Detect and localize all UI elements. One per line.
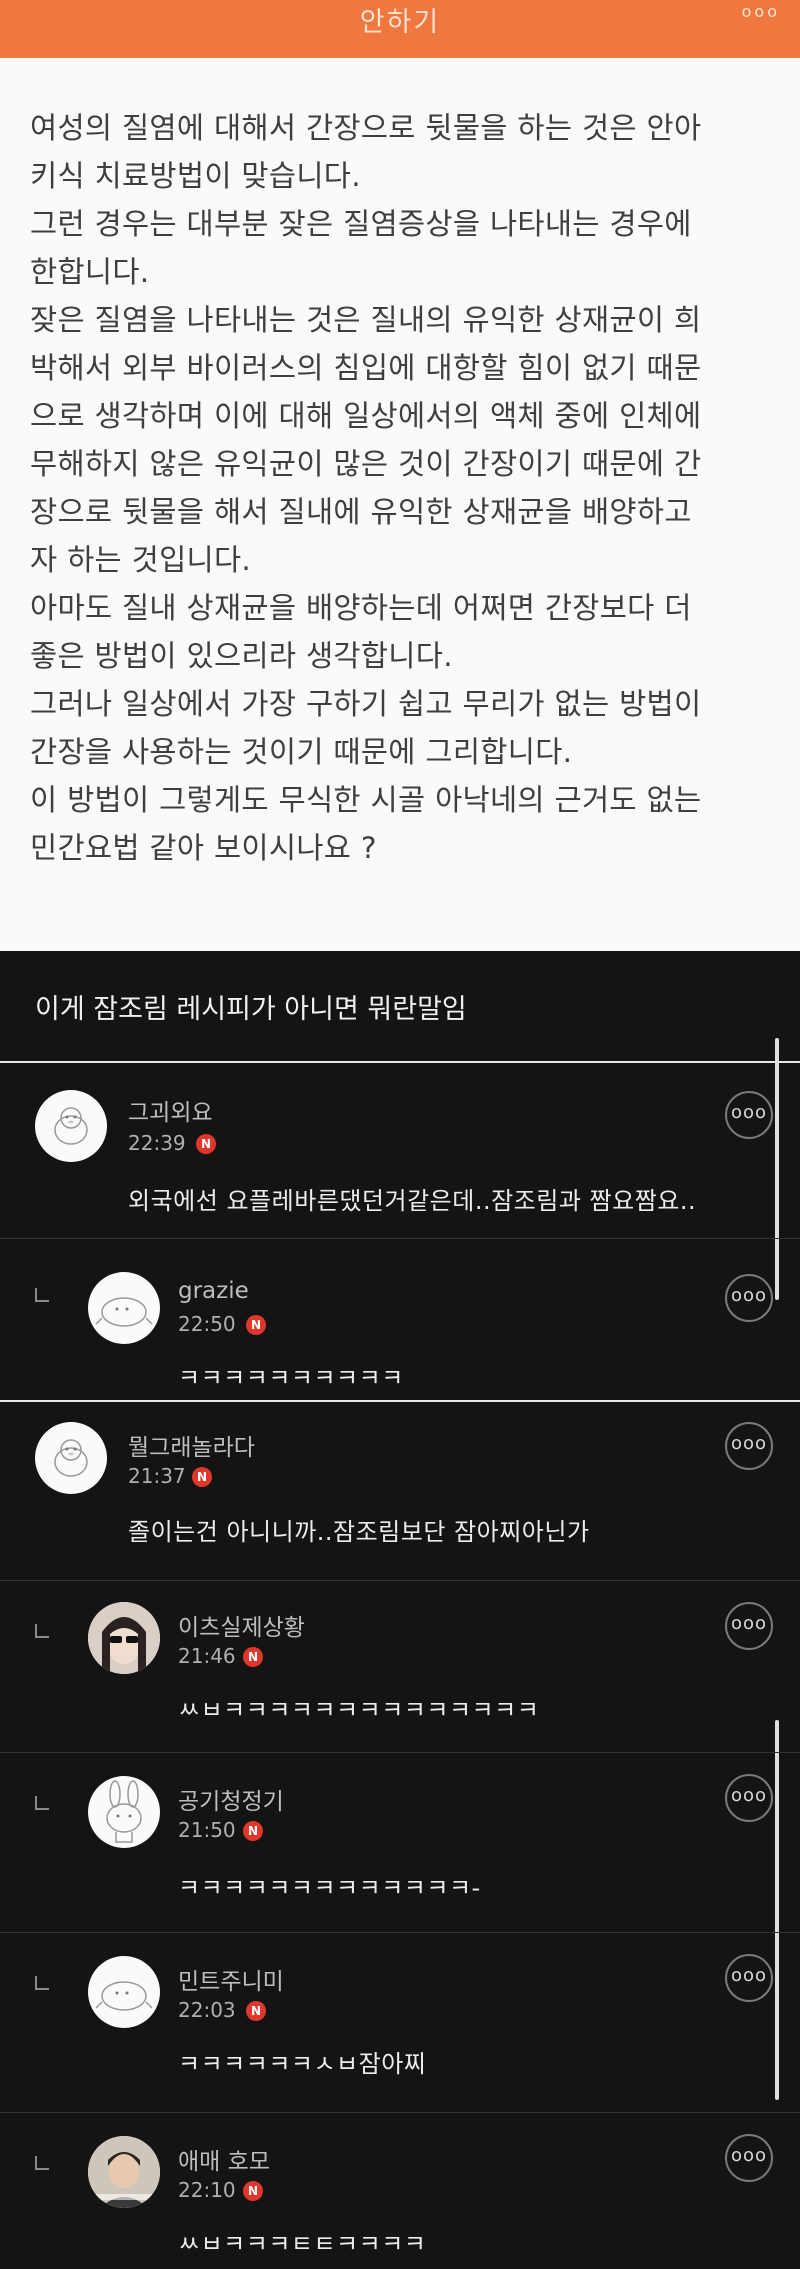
- article-line: 민간요법 같아 보이시나요 ?: [30, 831, 377, 865]
- reply-arrow-icon: [35, 2156, 49, 2170]
- article-line: 으로 생각하며 이에 대해 일상에서의 액체 중에 인체에: [30, 399, 702, 433]
- comment-text: 졸이는건 아니니까..잠조림보단 잠아찌아닌가: [128, 1518, 590, 1546]
- comment-author[interactable]: 공기청정기: [178, 1782, 284, 1816]
- comment: 그괴외요 22:39 N 외국에선 요플레바른댔던거같은데..잠조림과 짬요짬요…: [0, 1063, 800, 1238]
- divider: [0, 1580, 800, 1581]
- new-badge: N: [192, 1467, 212, 1487]
- photo-avatar-icon: [88, 1602, 160, 1674]
- comment: 뭘그래놀라다 21:37 N 졸이는건 아니니까..잠조림보단 잠아찌아닌가 o…: [0, 1400, 800, 1580]
- reply-arrow-icon: [35, 1976, 49, 1990]
- article-line: 잦은 질염을 나타내는 것은 질내의 유익한 상재균이 희: [30, 303, 702, 337]
- article-image: 여성의 질염에 대해서 간장으로 뒷물을 하는 것은 안아 키식 치료방법이 맞…: [0, 58, 800, 951]
- new-badge: N: [243, 1647, 263, 1667]
- divider: [0, 1400, 800, 1402]
- comment-text: 외국에선 요플레바른댔던거같은데..잠조림과 짬요짬요..: [128, 1187, 697, 1215]
- comment-text: ㅆㅂㅋㅋㅋㅋㅋㅋㅋㅋㅋㅋㅋㅋㅋㅋ: [178, 1696, 540, 1724]
- seal-avatar-icon: [95, 1297, 153, 1327]
- article-line: 여성의 질염에 대해서 간장으로 뒷물을 하는 것은 안아: [30, 111, 702, 145]
- article-line: 한합니다.: [30, 255, 150, 289]
- comment-author[interactable]: 그괴외요: [128, 1093, 213, 1127]
- avatar[interactable]: [88, 1776, 160, 1848]
- photo-avatar-icon: [88, 2136, 160, 2208]
- reply-comment: grazie 22:50 N ㅋㅋㅋㅋㅋㅋㅋㅋㅋㅋ ooo: [0, 1238, 800, 1400]
- top-bar: 안하기 ooo: [0, 0, 800, 58]
- avatar[interactable]: [35, 1422, 107, 1494]
- reply-comment: 민트주니미 22:03 N ㅋㅋㅋㅋㅋㅋㅅㅂ잠아찌 ooo: [0, 1932, 800, 2112]
- comment-time: 22:50: [178, 1312, 236, 1336]
- comment-time: 22:10: [178, 2178, 236, 2202]
- article-line: 이 방법이 그렇게도 무식한 시골 아낙네의 근거도 없는: [30, 783, 702, 817]
- new-badge: N: [246, 2001, 266, 2021]
- comment-author[interactable]: 뭘그래놀라다: [128, 1428, 255, 1462]
- article-line: 자 하는 것입니다.: [30, 543, 252, 577]
- avatar[interactable]: [88, 1272, 160, 1344]
- divider: [0, 2112, 800, 2113]
- avatar[interactable]: [88, 1602, 160, 1674]
- post-title: 이게 잠조림 레시피가 아니면 뭐란말임: [35, 994, 467, 1025]
- avatar[interactable]: [35, 1090, 107, 1162]
- comment-menu-icon[interactable]: ooo: [725, 1954, 773, 2002]
- comment-time: 21:46: [178, 1644, 236, 1668]
- comment-time: 21:50: [178, 1818, 236, 1842]
- comment-author[interactable]: 애매 호모: [178, 2142, 270, 2176]
- article-line: 그런 경우는 대부분 잦은 질염증상을 나타내는 경우에: [30, 207, 692, 241]
- article-line: 좋은 방법이 있으리라 생각합니다.: [30, 639, 453, 673]
- reply-arrow-icon: [35, 1796, 49, 1810]
- comment-time: 22:39: [128, 1131, 186, 1155]
- top-bar-title: 안하기: [359, 7, 441, 38]
- new-badge: N: [243, 1821, 263, 1841]
- comment-menu-icon[interactable]: ooo: [725, 1422, 773, 1470]
- divider: [0, 1932, 800, 1933]
- reply-arrow-icon: [35, 1624, 49, 1638]
- avatar[interactable]: [88, 2136, 160, 2208]
- reply-comment: 이츠실제상황 21:46 N ㅆㅂㅋㅋㅋㅋㅋㅋㅋㅋㅋㅋㅋㅋㅋㅋ ooo: [0, 1580, 800, 1752]
- comment-menu-icon[interactable]: ooo: [725, 1091, 773, 1139]
- article-line: 박해서 외부 바이러스의 침입에 대항할 힘이 없기 때문: [30, 351, 702, 385]
- reply-comment: 공기청정기 21:50 N ㅋㅋㅋㅋㅋㅋㅋㅋㅋㅋㅋㅋㅋ- ooo: [0, 1752, 800, 1932]
- duck-avatar-icon: [54, 1107, 88, 1145]
- comment-author[interactable]: 이츠실제상황: [178, 1608, 305, 1642]
- comment-text: ㅋㅋㅋㅋㅋㅋㅋㅋㅋㅋ: [178, 1364, 404, 1392]
- article-line: 장으로 뒷물을 해서 질내에 유익한 상재균을 배양하고: [30, 495, 692, 529]
- seal-avatar-icon: [95, 1981, 153, 2011]
- comment-menu-icon[interactable]: ooo: [725, 2134, 773, 2182]
- comment-time: 21:37: [128, 1464, 186, 1488]
- avatar[interactable]: [88, 1956, 160, 2028]
- comment-author[interactable]: grazie: [178, 1278, 249, 1304]
- more-options-icon[interactable]: ooo: [742, 2, 780, 21]
- bunny-avatar-icon: [106, 1780, 142, 1843]
- duck-avatar-icon: [54, 1439, 88, 1477]
- article-line: 간장을 사용하는 것이기 때문에 그리합니다.: [30, 735, 573, 769]
- article-line: 아마도 질내 상재균을 배양하는데 어쩌면 간장보다 더: [30, 591, 692, 625]
- comment-text: ㅆㅂㅋㅋㅋㅌㅌㅋㅋㅋㅋ: [178, 2230, 427, 2258]
- comment-menu-icon[interactable]: ooo: [725, 1774, 773, 1822]
- divider: [0, 1238, 800, 1239]
- comment-text: ㅋㅋㅋㅋㅋㅋㅋㅋㅋㅋㅋㅋㅋ-: [178, 1874, 481, 1902]
- article-line: 키식 치료방법이 맞습니다.: [30, 159, 361, 193]
- comment-menu-icon[interactable]: ooo: [725, 1274, 773, 1322]
- reply-arrow-icon: [35, 1288, 49, 1302]
- comment-text: ㅋㅋㅋㅋㅋㅋㅅㅂ잠아찌: [178, 2050, 427, 2078]
- divider: [0, 1752, 800, 1753]
- comment-time: 22:03: [178, 1998, 236, 2022]
- new-badge: N: [196, 1134, 216, 1154]
- article-line: 그러나 일상에서 가장 구하기 쉽고 무리가 없는 방법이: [30, 687, 702, 721]
- reply-comment: 애매 호모 22:10 N ㅆㅂㅋㅋㅋㅌㅌㅋㅋㅋㅋ ooo: [0, 2112, 800, 2269]
- new-badge: N: [246, 1315, 266, 1335]
- new-badge: N: [243, 2181, 263, 2201]
- comment-author[interactable]: 민트주니미: [178, 1962, 284, 1996]
- article-line: 무해하지 않은 유익균이 많은 것이 간장이기 때문에 간: [30, 447, 702, 481]
- comment-menu-icon[interactable]: ooo: [725, 1602, 773, 1650]
